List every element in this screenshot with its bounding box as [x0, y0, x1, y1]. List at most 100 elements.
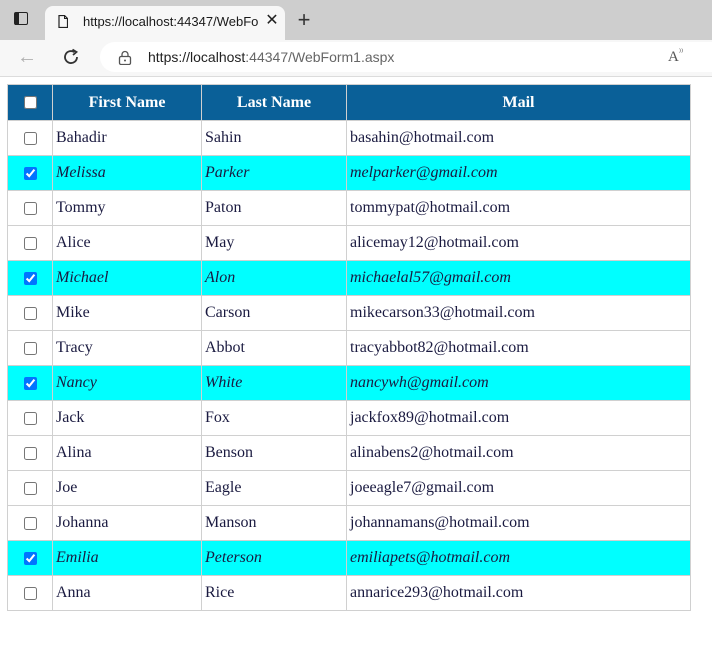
- row-select-checkbox[interactable]: [23, 306, 37, 320]
- row-select-cell: [7, 505, 53, 541]
- mail-cell: alinabens2@hotmail.com: [346, 435, 691, 471]
- lock-icon[interactable]: [118, 50, 132, 65]
- last-name-cell: Alon: [201, 260, 347, 296]
- table-row: Michael Alon michaelal57@gmail.com: [7, 260, 691, 296]
- first-name-cell: Tommy: [52, 190, 202, 226]
- url-host: https://localhost: [148, 49, 246, 65]
- select-all-header: [7, 84, 53, 121]
- table-row: Emilia Peterson emiliapets@hotmail.com: [7, 540, 691, 576]
- table-row: Anna Rice annarice293@hotmail.com: [7, 575, 691, 611]
- first-name-cell: Michael: [52, 260, 202, 296]
- first-name-cell: Alina: [52, 435, 202, 471]
- select-all-checkbox[interactable]: [23, 96, 37, 110]
- row-select-cell: [7, 540, 53, 576]
- table-row: Nancy White nancywh@gmail.com: [7, 365, 691, 401]
- last-name-cell: Carson: [201, 295, 347, 331]
- row-select-checkbox[interactable]: [23, 516, 37, 530]
- row-select-cell: [7, 225, 53, 261]
- row-select-cell: [7, 155, 53, 191]
- mail-cell: michaelal57@gmail.com: [346, 260, 691, 296]
- row-select-cell: [7, 295, 53, 331]
- mail-cell: alicemay12@hotmail.com: [346, 225, 691, 261]
- first-name-cell: Emilia: [52, 540, 202, 576]
- address-bar[interactable]: https://localhost:44347/WebForm1.aspx A⁾…: [100, 42, 712, 72]
- mail-cell: mikecarson33@hotmail.com: [346, 295, 691, 331]
- last-name-cell: Paton: [201, 190, 347, 226]
- row-select-checkbox[interactable]: [23, 131, 37, 145]
- first-name-cell: Johanna: [52, 505, 202, 541]
- last-name-cell: Eagle: [201, 470, 347, 506]
- row-select-cell: [7, 330, 53, 366]
- row-select-checkbox[interactable]: [23, 236, 37, 250]
- last-name-cell: Fox: [201, 400, 347, 436]
- url-text[interactable]: https://localhost:44347/WebForm1.aspx: [148, 49, 394, 65]
- row-select-cell: [7, 400, 53, 436]
- mail-cell: melparker@gmail.com: [346, 155, 691, 191]
- last-name-cell: Manson: [201, 505, 347, 541]
- url-path: :44347/WebForm1.aspx: [245, 49, 395, 65]
- first-name-cell: Nancy: [52, 365, 202, 401]
- table-row: Joe Eagle joeeagle7@gmail.com: [7, 470, 691, 506]
- first-name-cell: Tracy: [52, 330, 202, 366]
- first-name-header: First Name: [52, 84, 202, 121]
- mail-cell: nancywh@gmail.com: [346, 365, 691, 401]
- tab-strip: https://localhost:44347/WebForm1.aspx ✕ …: [0, 0, 712, 40]
- new-tab-icon[interactable]: +: [294, 9, 314, 31]
- reload-icon[interactable]: [60, 46, 82, 68]
- row-select-cell: [7, 575, 53, 611]
- back-icon[interactable]: ←: [16, 46, 38, 68]
- last-name-cell: Abbot: [201, 330, 347, 366]
- table-row: Melissa Parker melparker@gmail.com: [7, 155, 691, 191]
- row-select-checkbox[interactable]: [23, 446, 37, 460]
- mail-header: Mail: [346, 84, 691, 121]
- table-row: Jack Fox jackfox89@hotmail.com: [7, 400, 691, 436]
- tab-title: https://localhost:44347/WebForm1.aspx: [83, 14, 259, 29]
- row-select-checkbox[interactable]: [23, 411, 37, 425]
- row-select-cell: [7, 120, 53, 156]
- table-row: Tommy Paton tommypat@hotmail.com: [7, 190, 691, 226]
- browser-toolbar: ← https://localhost:44347/WebForm1.aspx …: [0, 40, 712, 77]
- last-name-header: Last Name: [201, 84, 347, 121]
- mail-cell: emiliapets@hotmail.com: [346, 540, 691, 576]
- last-name-cell: Benson: [201, 435, 347, 471]
- table-row: Tracy Abbot tracyabbot82@hotmail.com: [7, 330, 691, 366]
- first-name-cell: Melissa: [52, 155, 202, 191]
- first-name-cell: Anna: [52, 575, 202, 611]
- read-aloud-icon[interactable]: A⁾⁾: [668, 47, 683, 66]
- grid-header-row: First Name Last Name Mail: [7, 84, 691, 121]
- last-name-cell: May: [201, 225, 347, 261]
- table-row: Alina Benson alinabens2@hotmail.com: [7, 435, 691, 471]
- browser-tab[interactable]: https://localhost:44347/WebForm1.aspx ✕: [45, 6, 285, 40]
- close-tab-icon[interactable]: ✕: [263, 12, 281, 30]
- table-row: Bahadir Sahin basahin@hotmail.com: [7, 120, 691, 156]
- customers-grid: First Name Last Name Mail Bahadir Sahin ba…: [7, 84, 691, 611]
- last-name-cell: White: [201, 365, 347, 401]
- row-select-cell: [7, 190, 53, 226]
- row-select-cell: [7, 365, 53, 401]
- mail-cell: jackfox89@hotmail.com: [346, 400, 691, 436]
- mail-cell: tommypat@hotmail.com: [346, 190, 691, 226]
- tab-actions-icon[interactable]: [14, 12, 30, 28]
- mail-cell: tracyabbot82@hotmail.com: [346, 330, 691, 366]
- mail-cell: annarice293@hotmail.com: [346, 575, 691, 611]
- row-select-cell: [7, 435, 53, 471]
- row-select-checkbox[interactable]: [23, 166, 37, 180]
- row-select-checkbox[interactable]: [23, 376, 37, 390]
- row-select-cell: [7, 260, 53, 296]
- mail-cell: basahin@hotmail.com: [346, 120, 691, 156]
- row-select-checkbox[interactable]: [23, 586, 37, 600]
- row-select-checkbox[interactable]: [23, 201, 37, 215]
- last-name-cell: Peterson: [201, 540, 347, 576]
- row-select-checkbox[interactable]: [23, 341, 37, 355]
- grid-body: Bahadir Sahin basahin@hotmail.com Melissa Pa…: [7, 120, 691, 611]
- row-select-checkbox[interactable]: [23, 271, 37, 285]
- mail-cell: joeeagle7@gmail.com: [346, 470, 691, 506]
- row-select-checkbox[interactable]: [23, 481, 37, 495]
- first-name-cell: Joe: [52, 470, 202, 506]
- table-row: Johanna Manson johannamans@hotmail.com: [7, 505, 691, 541]
- row-select-checkbox[interactable]: [23, 551, 37, 565]
- last-name-cell: Rice: [201, 575, 347, 611]
- row-select-cell: [7, 470, 53, 506]
- table-row: Mike Carson mikecarson33@hotmail.com: [7, 295, 691, 331]
- last-name-cell: Parker: [201, 155, 347, 191]
